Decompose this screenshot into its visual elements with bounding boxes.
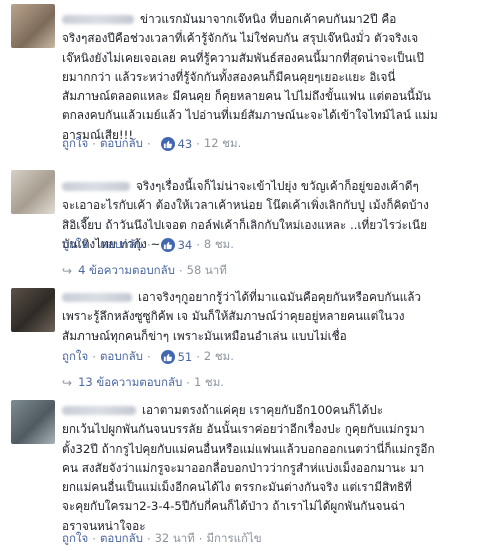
reply-arrow-icon: ↪ bbox=[62, 264, 73, 278]
comment-actions: ถูกใจ · ตอบกลับ · 43 · 12 ชม. bbox=[62, 135, 241, 153]
comment-text: เอาจริงๆกูอยากรู้ว่าได้ที่มาแฉมันคือคุยก… bbox=[62, 290, 422, 343]
reaction-number: 43 bbox=[177, 137, 193, 151]
comment-text: เอาตามตรงถ้าแค่คุย เราคุยกับอีก100คนก็ได… bbox=[62, 403, 435, 533]
separator-dot: · bbox=[196, 350, 200, 364]
comment-actions: ถูกใจ · ตอบกลับ · 51 · 2 ชม. bbox=[62, 348, 234, 366]
like-link[interactable]: ถูกใจ bbox=[62, 135, 88, 153]
timestamp[interactable]: 8 ชม. bbox=[204, 236, 234, 254]
commenter-name[interactable] bbox=[62, 182, 130, 191]
separator-dot: · bbox=[178, 264, 183, 278]
thumbs-up-icon bbox=[160, 350, 175, 364]
view-replies[interactable]: ↪ 4 ข้อความตอบกลับ · 58 นาที bbox=[62, 262, 227, 280]
separator-dot: · bbox=[92, 350, 96, 364]
like-link[interactable]: ถูกใจ bbox=[62, 530, 88, 548]
reaction-count[interactable]: 51 bbox=[160, 350, 193, 364]
comment-actions: ถูกใจ · ตอบกลับ · 34 · 8 ชม. bbox=[62, 236, 234, 254]
thumbs-up-icon bbox=[160, 137, 175, 151]
replies-time: 1 ชม. bbox=[193, 375, 224, 389]
replies-time: 58 นาที bbox=[186, 263, 227, 277]
comment-actions: ถูกใจ · ตอบกลับ · 32 นาที · มีการแก้ไข bbox=[62, 530, 262, 548]
thumbs-up-icon bbox=[160, 238, 175, 252]
like-link[interactable]: ถูกใจ bbox=[62, 236, 88, 254]
separator-dot: · bbox=[186, 376, 190, 390]
separator-dot: · bbox=[146, 350, 151, 364]
separator-dot: · bbox=[92, 238, 96, 252]
separator-dot: · bbox=[146, 532, 151, 546]
reply-link[interactable]: ตอบกลับ bbox=[100, 530, 143, 548]
separator-dot: · bbox=[196, 238, 200, 252]
commenter-name[interactable] bbox=[62, 293, 132, 302]
comment-text: ข่าวแรกมันมาจากเจ๊หนิง ที่บอกเค้าคบกันมา… bbox=[62, 12, 438, 142]
separator-dot: · bbox=[198, 532, 203, 546]
edited-label[interactable]: มีการแก้ไข bbox=[206, 530, 261, 548]
commenter-name[interactable] bbox=[62, 406, 136, 415]
reaction-number: 51 bbox=[177, 350, 193, 364]
avatar[interactable] bbox=[11, 4, 55, 48]
reaction-count[interactable]: 43 bbox=[160, 137, 193, 151]
separator-dot: · bbox=[92, 137, 96, 151]
reaction-number: 34 bbox=[177, 238, 193, 252]
separator-dot: · bbox=[196, 137, 200, 151]
timestamp[interactable]: 12 ชม. bbox=[204, 135, 241, 153]
replies-count-link[interactable]: 13 ข้อความตอบกลับ bbox=[78, 374, 182, 392]
avatar[interactable] bbox=[11, 170, 55, 214]
comment-thread: ข่าวแรกมันมาจากเจ๊หนิง ที่บอกเค้าคบกันมา… bbox=[0, 0, 491, 551]
view-replies[interactable]: ↪ 13 ข้อความตอบกลับ · 1 ชม. bbox=[62, 374, 224, 392]
timestamp[interactable]: 2 ชม. bbox=[204, 348, 234, 366]
avatar[interactable] bbox=[11, 288, 55, 332]
reply-link[interactable]: ตอบกลับ bbox=[100, 348, 143, 366]
like-link[interactable]: ถูกใจ bbox=[62, 348, 88, 366]
replies-count-link[interactable]: 4 ข้อความตอบกลับ bbox=[78, 262, 175, 280]
reply-link[interactable]: ตอบกลับ bbox=[100, 135, 143, 153]
reply-arrow-icon: ↪ bbox=[62, 376, 73, 390]
separator-dot: · bbox=[146, 137, 151, 151]
reply-link[interactable]: ตอบกลับ bbox=[100, 236, 143, 254]
separator-dot: · bbox=[92, 532, 96, 546]
separator-dot: · bbox=[146, 238, 151, 252]
avatar[interactable] bbox=[11, 400, 55, 444]
reaction-count[interactable]: 34 bbox=[160, 238, 193, 252]
timestamp[interactable]: 32 นาที bbox=[155, 530, 195, 548]
commenter-name[interactable] bbox=[62, 15, 134, 24]
